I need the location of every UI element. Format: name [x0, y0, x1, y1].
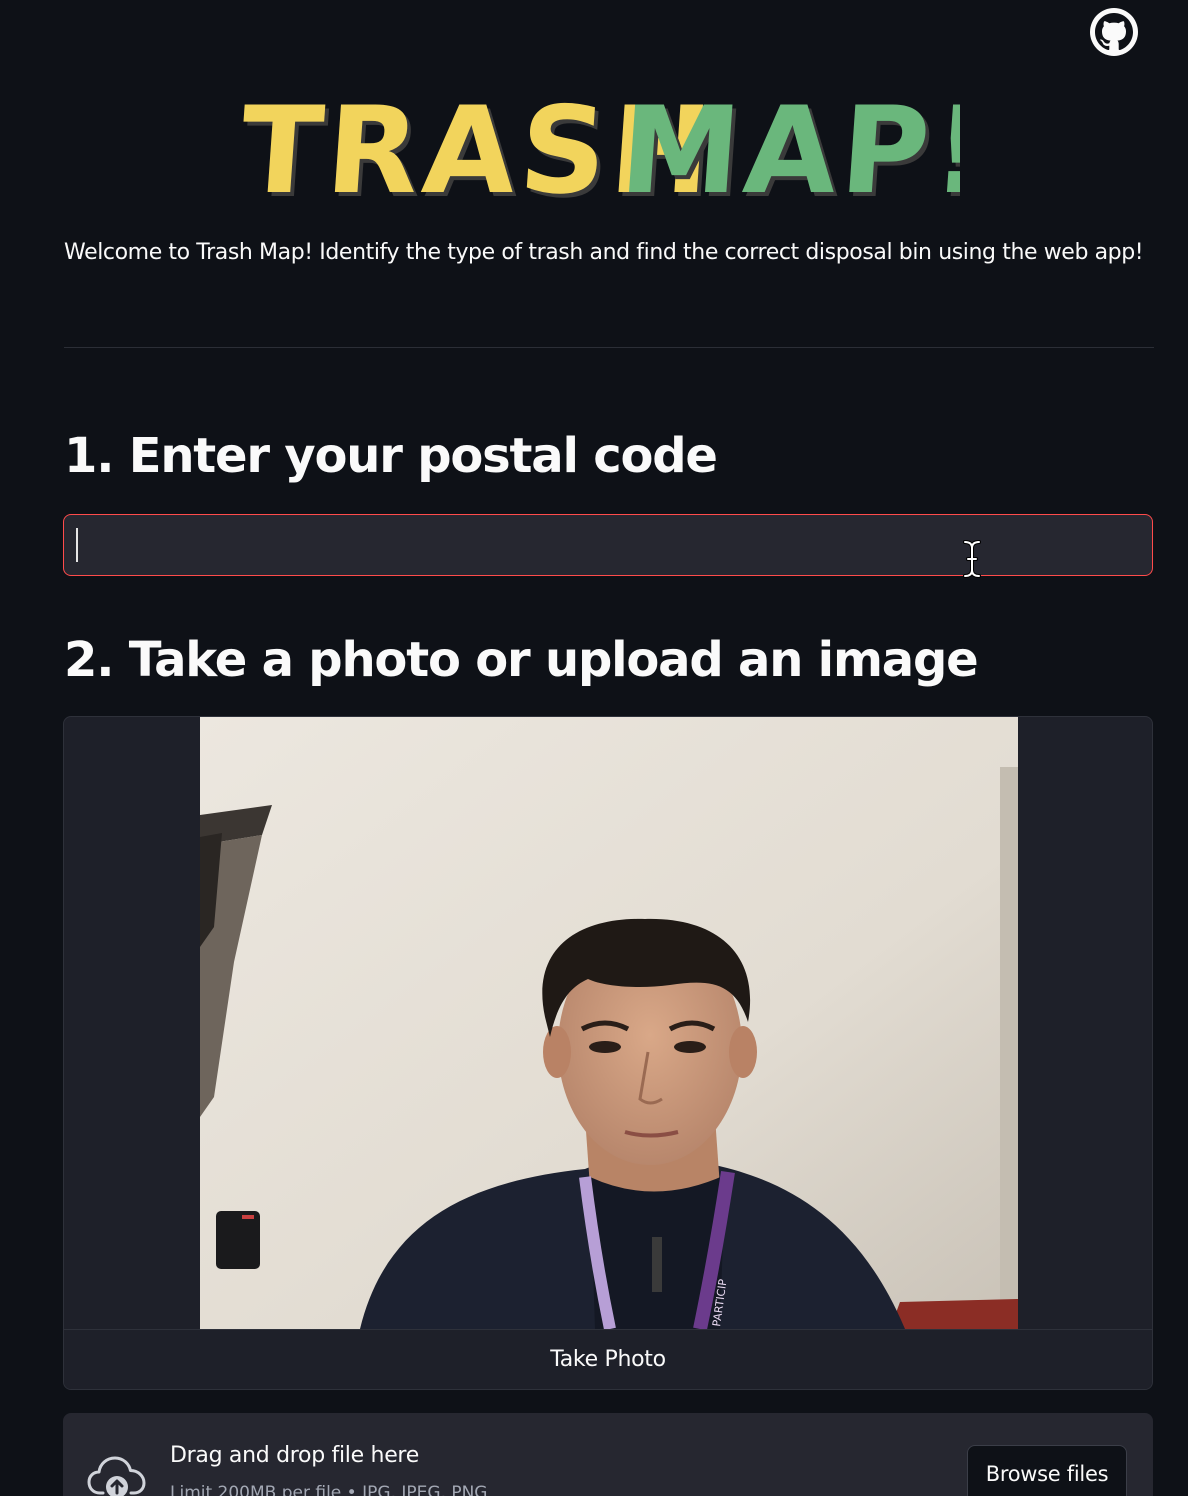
text-caret — [76, 528, 78, 562]
photo-upload-heading: 2. Take a photo or upload an image — [64, 632, 979, 688]
cloud-upload-icon — [87, 1453, 147, 1496]
ibeam-cursor-icon — [962, 540, 982, 578]
dropzone-limit-text: Limit 200MB per file • JPG, JPEG, PNG — [170, 1483, 488, 1496]
github-icon[interactable] — [1088, 6, 1140, 58]
file-dropzone[interactable]: Drag and drop file here Limit 200MB per … — [63, 1413, 1153, 1496]
dropzone-label: Drag and drop file here — [170, 1443, 419, 1468]
divider — [64, 347, 1154, 348]
app-page: TRASH TRASH MAP! MAP! Welcome to Trash M… — [0, 0, 1188, 1496]
take-photo-button[interactable]: Take Photo — [64, 1329, 1152, 1389]
welcome-text: Welcome to Trash Map! Identify the type … — [64, 240, 1144, 265]
browse-files-button[interactable]: Browse files — [967, 1445, 1127, 1496]
logo-text-map: MAP! — [616, 81, 960, 215]
trashmap-logo: TRASH TRASH MAP! MAP! — [230, 20, 1000, 225]
postal-code-input[interactable] — [63, 514, 1153, 576]
camera-input: PARTICIP Take Photo — [63, 716, 1153, 1390]
camera-feed: PARTICIP — [200, 717, 1018, 1331]
postal-code-heading: 1. Enter your postal code — [64, 428, 718, 484]
